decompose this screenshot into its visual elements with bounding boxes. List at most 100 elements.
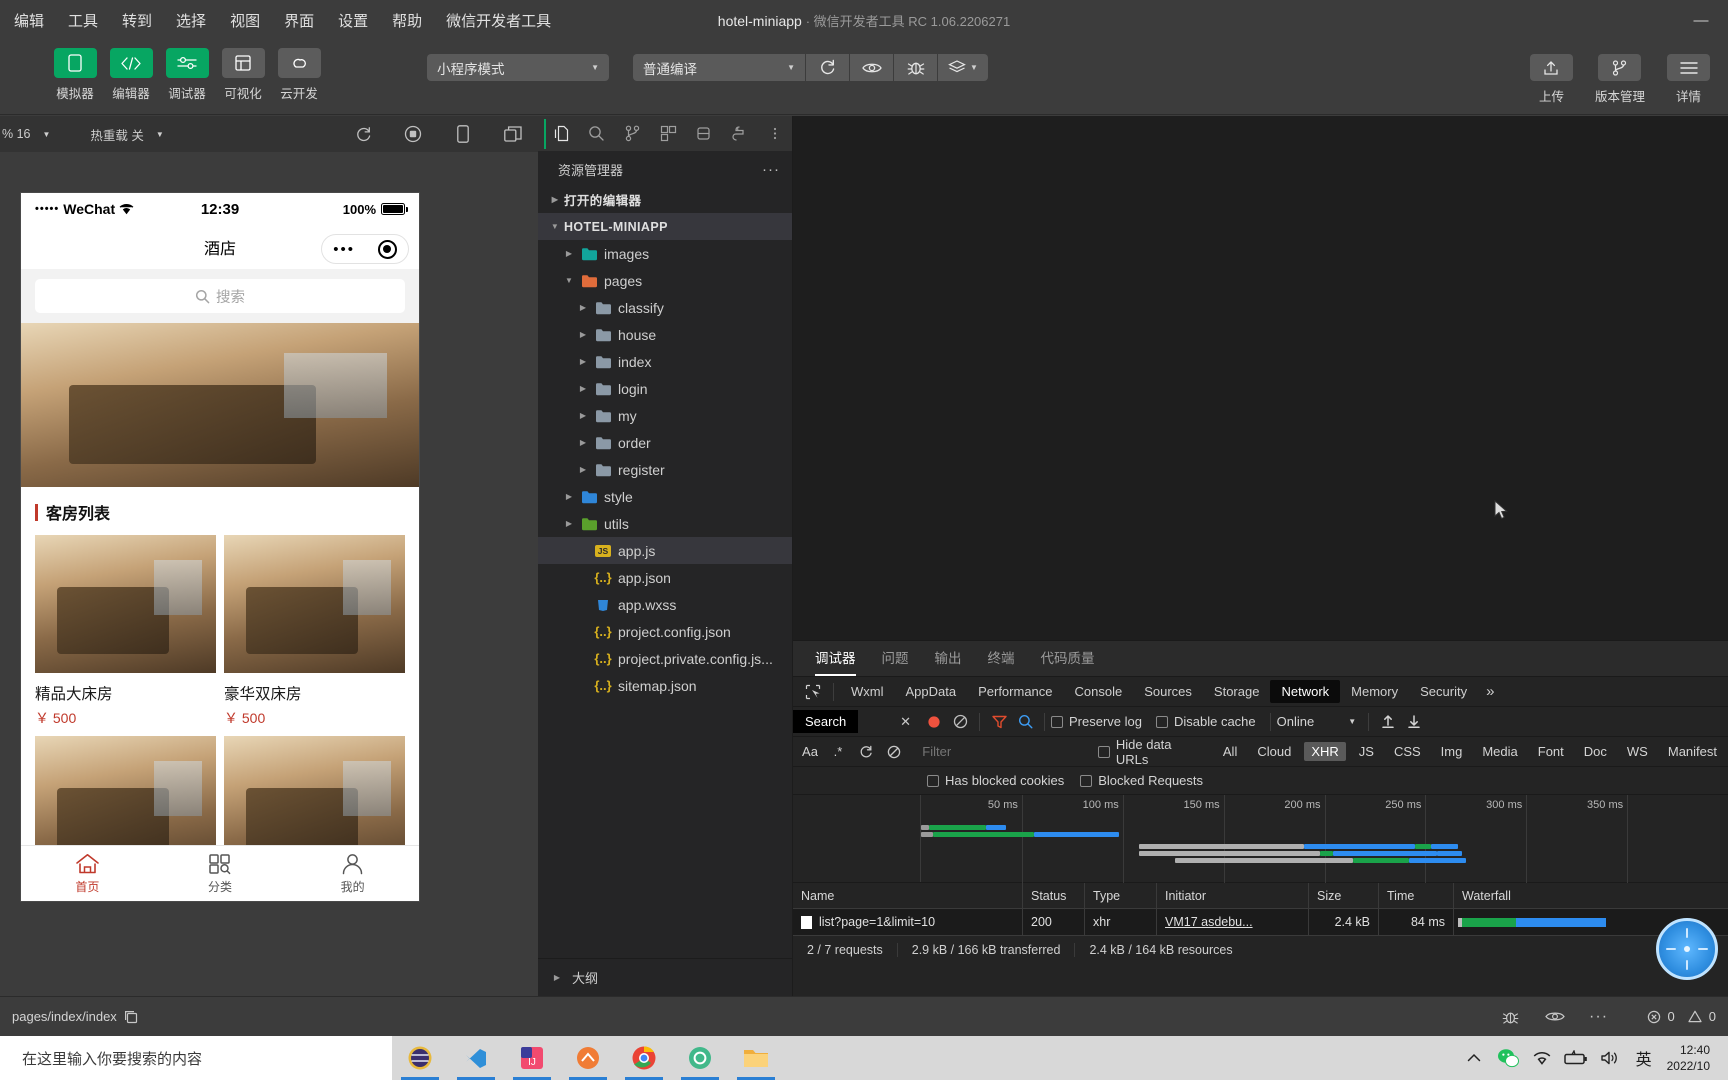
taskbar-clock[interactable]: 12:40 2022/10: [1661, 1042, 1722, 1074]
regex-icon[interactable]: .*: [825, 740, 851, 764]
menu-item-select[interactable]: 选择: [172, 7, 210, 34]
record-icon[interactable]: [921, 710, 947, 734]
clear-icon[interactable]: [947, 710, 973, 734]
chevron-right-icon[interactable]: ▶: [574, 330, 592, 339]
toolbar-button-cloud[interactable]: 云开发: [275, 48, 323, 102]
match-case-icon[interactable]: Aa: [797, 740, 823, 764]
compile-select[interactable]: 普通编译 ▼: [633, 54, 805, 81]
tree-item-app-js[interactable]: JSapp.js: [538, 537, 792, 564]
tree-item-index[interactable]: ▶index: [538, 348, 792, 375]
wechat-icon[interactable]: [1491, 1036, 1525, 1080]
menu-item-settings[interactable]: 设置: [334, 7, 372, 34]
editor-area[interactable]: [793, 116, 1728, 640]
chevron-right-icon[interactable]: ▶: [574, 438, 592, 447]
tree-item-house[interactable]: ▶house: [538, 321, 792, 348]
volume-icon[interactable]: [1593, 1036, 1627, 1080]
filter-type-cloud[interactable]: Cloud: [1250, 742, 1298, 761]
bug-icon[interactable]: [1497, 1004, 1525, 1030]
chevron-down-icon[interactable]: ▼: [560, 276, 578, 285]
column-name[interactable]: Name: [793, 883, 1023, 908]
tab-debugger[interactable]: 调试器: [815, 647, 856, 676]
tab-problems[interactable]: 问题: [882, 647, 909, 676]
table-row[interactable]: list?page=1&limit=10 200 xhr VM17 asdebu…: [793, 909, 1728, 935]
blocked-requests-checkbox[interactable]: Blocked Requests: [1080, 773, 1203, 788]
toolbar-action-compile[interactable]: [806, 54, 849, 81]
tab-home[interactable]: 首页: [21, 846, 154, 901]
ime-indicator[interactable]: 英: [1627, 1036, 1661, 1080]
more-icon[interactable]: [758, 119, 792, 149]
chevron-right-icon[interactable]: ▶: [574, 303, 592, 312]
refresh-icon[interactable]: [348, 122, 378, 146]
panel-tab-network[interactable]: Network: [1270, 680, 1340, 703]
tab-code-quality[interactable]: 代码质量: [1041, 647, 1095, 676]
taskbar-app-xmind[interactable]: [672, 1036, 728, 1080]
tree-item-utils[interactable]: ▶utils: [538, 510, 792, 537]
toolbar-button-upload[interactable]: 上传: [1530, 54, 1573, 105]
tree-item-my[interactable]: ▶my: [538, 402, 792, 429]
tree-item-images[interactable]: ▶images: [538, 240, 792, 267]
menu-item-goto[interactable]: 转到: [118, 7, 156, 34]
toolbar-action-preview[interactable]: [850, 54, 893, 81]
filter-type-xhr[interactable]: XHR: [1304, 742, 1345, 761]
copy-icon[interactable]: [117, 1004, 145, 1030]
chevron-right-icon[interactable]: ▶: [574, 411, 592, 420]
panel-tab-appdata[interactable]: AppData: [895, 680, 968, 703]
windows-icon[interactable]: [498, 122, 528, 146]
disable-cache-checkbox[interactable]: Disable cache: [1156, 714, 1256, 729]
clear-icon[interactable]: [881, 740, 907, 764]
toolbar-button-editor[interactable]: 编辑器: [107, 48, 155, 102]
filter-type-doc[interactable]: Doc: [1577, 742, 1614, 761]
tree-open-editors[interactable]: ▶ 打开的编辑器: [538, 186, 792, 213]
chevron-right-icon[interactable]: ▶: [574, 357, 592, 366]
source-control-icon[interactable]: [615, 119, 649, 149]
chevron-right-icon[interactable]: ▶: [574, 465, 592, 474]
wifi-icon[interactable]: [1525, 1036, 1559, 1080]
tab-output[interactable]: 输出: [935, 647, 962, 676]
zoom-select[interactable]: % 16 ▼: [2, 127, 50, 141]
filter-type-manifest[interactable]: Manifest: [1661, 742, 1724, 761]
panel-tab-wxml[interactable]: Wxml: [840, 680, 895, 703]
toolbar-action-realdevice[interactable]: [894, 54, 937, 81]
throttle-select[interactable]: Online ▼: [1277, 714, 1357, 729]
toolbar-button-visual[interactable]: 可视化: [219, 48, 267, 102]
tree-item-order[interactable]: ▶order: [538, 429, 792, 456]
tab-mine[interactable]: 我的: [286, 846, 419, 901]
chevron-right-icon[interactable]: ▶: [560, 519, 578, 528]
menu-item-tools[interactable]: 工具: [64, 7, 102, 34]
close-icon[interactable]: ✕: [900, 714, 921, 730]
search-input[interactable]: 搜索: [35, 279, 405, 313]
tree-item-pages[interactable]: ▼pages: [538, 267, 792, 294]
debug-icon[interactable]: [687, 119, 721, 149]
more-icon[interactable]: •••: [333, 242, 355, 257]
taskbar-app-explorer[interactable]: [728, 1036, 784, 1080]
inspect-element-icon[interactable]: [799, 681, 827, 703]
taskbar-app-postman[interactable]: [560, 1036, 616, 1080]
column-status[interactable]: Status: [1023, 883, 1085, 908]
banner-image[interactable]: [21, 323, 419, 487]
import-har-icon[interactable]: [1375, 710, 1401, 734]
export-har-icon[interactable]: [1401, 710, 1427, 734]
filter-type-ws[interactable]: WS: [1620, 742, 1655, 761]
panel-tab-security[interactable]: Security: [1409, 680, 1478, 703]
filter-type-media[interactable]: Media: [1475, 742, 1524, 761]
more-icon[interactable]: ···: [1585, 1004, 1613, 1030]
device-icon[interactable]: [448, 122, 478, 146]
toolbar-action-clearcache[interactable]: ▼: [938, 54, 988, 81]
search-icon[interactable]: [1012, 710, 1038, 734]
hot-reload-select[interactable]: 热重载 关 ▼: [90, 125, 163, 144]
problems-indicator[interactable]: 0 0: [1647, 1009, 1716, 1024]
tree-item-sitemap-json[interactable]: {..}sitemap.json: [538, 672, 792, 699]
panel-tabs-overflow-icon[interactable]: »: [1478, 683, 1502, 700]
filter-type-css[interactable]: CSS: [1387, 742, 1428, 761]
has-blocked-cookies-checkbox[interactable]: Has blocked cookies: [927, 773, 1064, 788]
tab-terminal[interactable]: 终端: [988, 647, 1015, 676]
toolbar-button-simulator[interactable]: 模拟器: [51, 48, 99, 102]
chevron-right-icon[interactable]: ▶: [574, 384, 592, 393]
refresh-icon[interactable]: [853, 740, 879, 764]
preserve-log-checkbox[interactable]: Preserve log: [1051, 714, 1142, 729]
tree-item-project-config-json[interactable]: {..}project.config.json: [538, 618, 792, 645]
battery-icon[interactable]: [1559, 1036, 1593, 1080]
panel-tab-storage[interactable]: Storage: [1203, 680, 1271, 703]
network-overview[interactable]: 50 ms100 ms150 ms200 ms250 ms300 ms350 m…: [793, 795, 1728, 883]
menu-item-edit[interactable]: 编辑: [10, 7, 48, 34]
